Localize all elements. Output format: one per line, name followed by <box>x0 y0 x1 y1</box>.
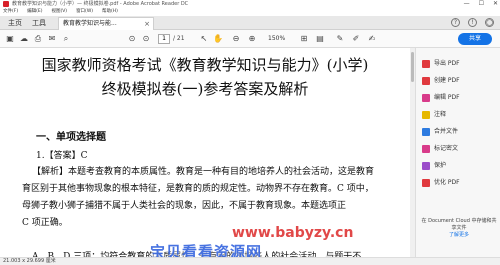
maximize-button[interactable]: ☐ <box>479 0 484 8</box>
minimize-button[interactable]: — <box>464 0 470 8</box>
document-view: 国家教师资格考试《教育教学知识与能力》(小学) 终极模拟卷(一)参考答案及解析 … <box>0 48 410 257</box>
protect-icon <box>422 161 430 170</box>
close-window-button[interactable]: ✕ <box>493 0 498 8</box>
page-number-input[interactable]: 1 <box>158 34 170 44</box>
redact-icon <box>422 144 430 153</box>
menu-bar: 文件(F) 编辑(E) 视图(V) 窗口(W) 帮助(H) <box>0 8 500 16</box>
watermark-url: www.babyzy.cn <box>232 225 354 241</box>
prev-page-icon[interactable]: ⊙ <box>126 33 138 45</box>
panel-item-label: 标记密文 <box>434 145 459 152</box>
notifications-icon[interactable]: ! <box>468 18 477 27</box>
status-bar: 21.003 x 29.699 厘米 <box>0 257 500 265</box>
export-pdf-icon <box>422 59 430 68</box>
window-controls: — ☐ ✕ <box>464 0 498 8</box>
tab-bar: 主页 工具 教育教学知识与能... × ? ! ◯ <box>0 16 500 30</box>
panel-item-comment[interactable]: 注释 <box>422 109 498 121</box>
learn-more-link[interactable]: 了解更多 <box>420 232 498 239</box>
menu-edit[interactable]: 编辑(E) <box>27 8 42 16</box>
explanation-line: 母狮子教小狮子捕猎不属于人类社会的现象，因此，不属于教育现象。本题选项正 <box>22 201 347 211</box>
tab-document[interactable]: 教育教学知识与能... × <box>58 17 154 30</box>
share-button[interactable]: 共享 <box>458 33 492 45</box>
acrobat-window: 教育教学知识与能力（小学）— 终极模拟卷.pdf - Adobe Acrobat… <box>0 0 500 265</box>
explanation-line: C 项正确。 <box>22 218 68 228</box>
zoom-level[interactable]: 150% <box>268 34 285 44</box>
hand-tool-icon[interactable]: ✋ <box>212 33 224 45</box>
next-page-icon[interactable]: ⊙ <box>140 33 152 45</box>
panel-item-label: 保护 <box>434 162 447 169</box>
panel-item-label: 合并文件 <box>434 128 459 135</box>
doc-title-line2: 终极模拟卷(一)参考答案及解析 <box>101 80 309 98</box>
menu-help[interactable]: 帮助(H) <box>102 8 118 16</box>
title-bar: 教育教学知识与能力（小学）— 终极模拟卷.pdf - Adobe Acrobat… <box>0 0 500 8</box>
menu-window[interactable]: 窗口(W) <box>76 8 93 16</box>
panel-item-protect[interactable]: 保护 <box>422 160 498 172</box>
zoom-out-icon[interactable]: ⊖ <box>230 33 242 45</box>
cloud-promo: 在 Document Cloud 中存储和共享文件 了解更多 <box>420 218 498 239</box>
menu-file[interactable]: 文件(F) <box>3 8 18 16</box>
upload-icon[interactable]: ☁ <box>18 33 30 45</box>
scroll-mode-icon[interactable]: ▤ <box>314 33 326 45</box>
panel-item-redact[interactable]: 标记密文 <box>422 143 498 155</box>
sign-tool-icon[interactable]: ✍ <box>366 33 378 45</box>
tab-document-label: 教育教学知识与能... <box>63 20 117 27</box>
combine-icon <box>422 127 430 136</box>
comment-tool-icon[interactable]: ✎ <box>334 33 346 45</box>
panel-item-create-pdf[interactable]: 创建 PDF <box>422 75 498 87</box>
fit-page-icon[interactable]: ⊞ <box>298 33 310 45</box>
panel-item-label: 编辑 PDF <box>434 94 460 101</box>
page-total: / 21 <box>173 35 185 42</box>
explanation-line: 【解析】本题考查教育的本质属性。教育是一种有目的地培养人的社会活动，这是教育 <box>32 167 375 177</box>
explanation-line: 育区别于其他事物现象的根本特征，是教育的质的规定性。动物界不存在教育。C 项中， <box>22 184 374 194</box>
comment-icon <box>422 110 430 119</box>
watermark-title: 宝贝看看资源网 <box>150 243 263 257</box>
help-icon[interactable]: ? <box>451 18 460 27</box>
tab-home[interactable]: 主页 <box>2 16 28 30</box>
account-icon[interactable]: ◯ <box>485 18 494 27</box>
menu-view[interactable]: 视图(V) <box>51 8 67 16</box>
select-cursor-icon[interactable]: ↖ <box>198 33 210 45</box>
tabbar-right-icons: ? ! ◯ <box>451 18 494 27</box>
email-icon[interactable]: ✉ <box>46 33 58 45</box>
question-answer: 1.【答案】C <box>36 151 88 161</box>
search-icon[interactable]: ⌕ <box>60 33 72 45</box>
tools-panel: 导出 PDF 创建 PDF 编辑 PDF 注释 合并文件 标记密文 保护 优化 … <box>415 48 500 257</box>
close-tab-icon[interactable]: × <box>144 18 150 30</box>
optimize-icon <box>422 178 430 187</box>
window-title: 教育教学知识与能力（小学）— 终极模拟卷.pdf - Adobe Acrobat… <box>12 1 189 7</box>
panel-item-export-pdf[interactable]: 导出 PDF <box>422 58 498 70</box>
edit-pdf-icon <box>422 93 430 102</box>
print-icon[interactable]: ⎙ <box>32 33 44 45</box>
acrobat-app-icon <box>3 1 9 7</box>
create-pdf-icon <box>422 76 430 85</box>
panel-item-label: 优化 PDF <box>434 179 460 186</box>
pen-tool-icon[interactable]: ✐ <box>350 33 362 45</box>
cloud-promo-text: 在 Document Cloud 中存储和共享文件 <box>421 218 497 231</box>
panel-item-optimize[interactable]: 优化 PDF <box>422 177 498 189</box>
doc-title-line1: 国家教师资格考试《教育教学知识与能力》(小学) <box>41 56 369 74</box>
panel-item-label: 导出 PDF <box>434 60 460 67</box>
zoom-in-icon[interactable]: ⊕ <box>246 33 258 45</box>
save-icon[interactable]: ▣ <box>4 33 16 45</box>
panel-item-combine[interactable]: 合并文件 <box>422 126 498 138</box>
toolbar: ▣ ☁ ⎙ ✉ ⌕ ⊙ ⊙ 1 / 21 ↖ ✋ ⊖ ⊕ 150% ⊞ ▤ ✎ … <box>0 30 500 48</box>
tab-tools[interactable]: 工具 <box>26 16 52 30</box>
scrollbar-thumb[interactable] <box>411 52 414 82</box>
panel-item-label: 注释 <box>434 111 447 118</box>
section-heading: 一、单项选择题 <box>36 132 106 143</box>
panel-item-edit-pdf[interactable]: 编辑 PDF <box>422 92 498 104</box>
page-size: 21.003 x 29.699 厘米 <box>3 258 56 264</box>
panel-item-label: 创建 PDF <box>434 77 460 84</box>
